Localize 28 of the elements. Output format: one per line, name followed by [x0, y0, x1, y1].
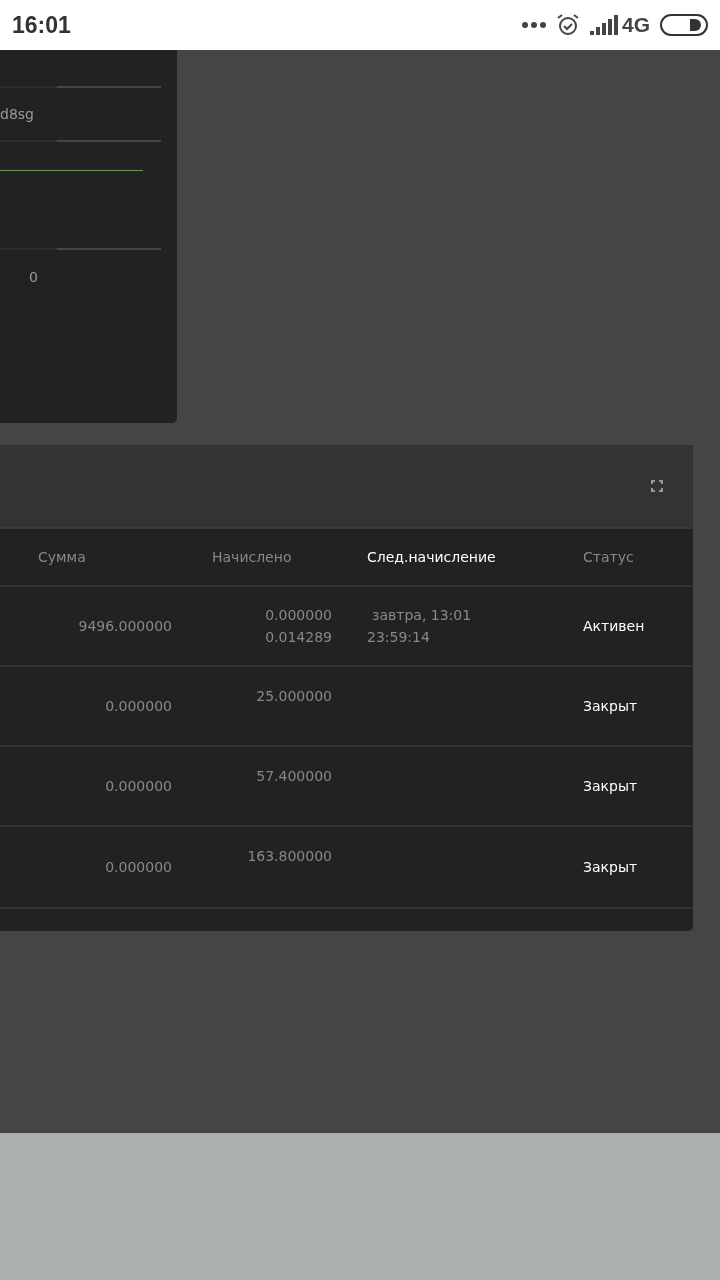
fullscreen-icon[interactable] — [651, 480, 663, 492]
amount-cell-text: 9496.000000 — [78, 617, 172, 636]
signal-icon — [590, 15, 618, 35]
count-text: 0 — [29, 269, 39, 285]
network-type: 4G — [622, 13, 650, 37]
amount-cell-text: 0.000000 — [105, 777, 172, 796]
column-header[interactable]: След.начисление — [340, 549, 560, 565]
accrued-value: 57.400000 — [256, 767, 332, 786]
amount-cell-text: 0.000000 — [105, 697, 172, 716]
next-accrual-text: 23:59:14 — [367, 628, 431, 647]
status-cell-text: Закрыт — [582, 859, 639, 875]
column-header[interactable]: Начислено — [180, 549, 340, 565]
address-text: d8sg — [0, 106, 35, 122]
status-cell-text: Закрыт — [582, 778, 639, 794]
status-cell-text: Закрыт — [582, 698, 639, 714]
status-time: 16:01 — [12, 11, 72, 39]
amount-cell-text: 0.000000 — [105, 858, 172, 877]
alarm-icon — [556, 13, 580, 37]
accrued-value: 0.014289 — [265, 628, 332, 647]
accrued-value: 163.800000 — [247, 847, 332, 866]
status-cell-text: Активен — [582, 618, 646, 634]
accrued-value: 0.000000 — [265, 606, 332, 625]
accrued-value: 25.000000 — [256, 687, 332, 706]
column-header[interactable]: Статус — [560, 549, 693, 565]
next-accrual-text: завтра, 13:01 — [372, 606, 473, 625]
column-header[interactable]: Сумма — [0, 549, 180, 565]
more-icon — [522, 22, 546, 28]
battery-icon — [660, 14, 708, 36]
